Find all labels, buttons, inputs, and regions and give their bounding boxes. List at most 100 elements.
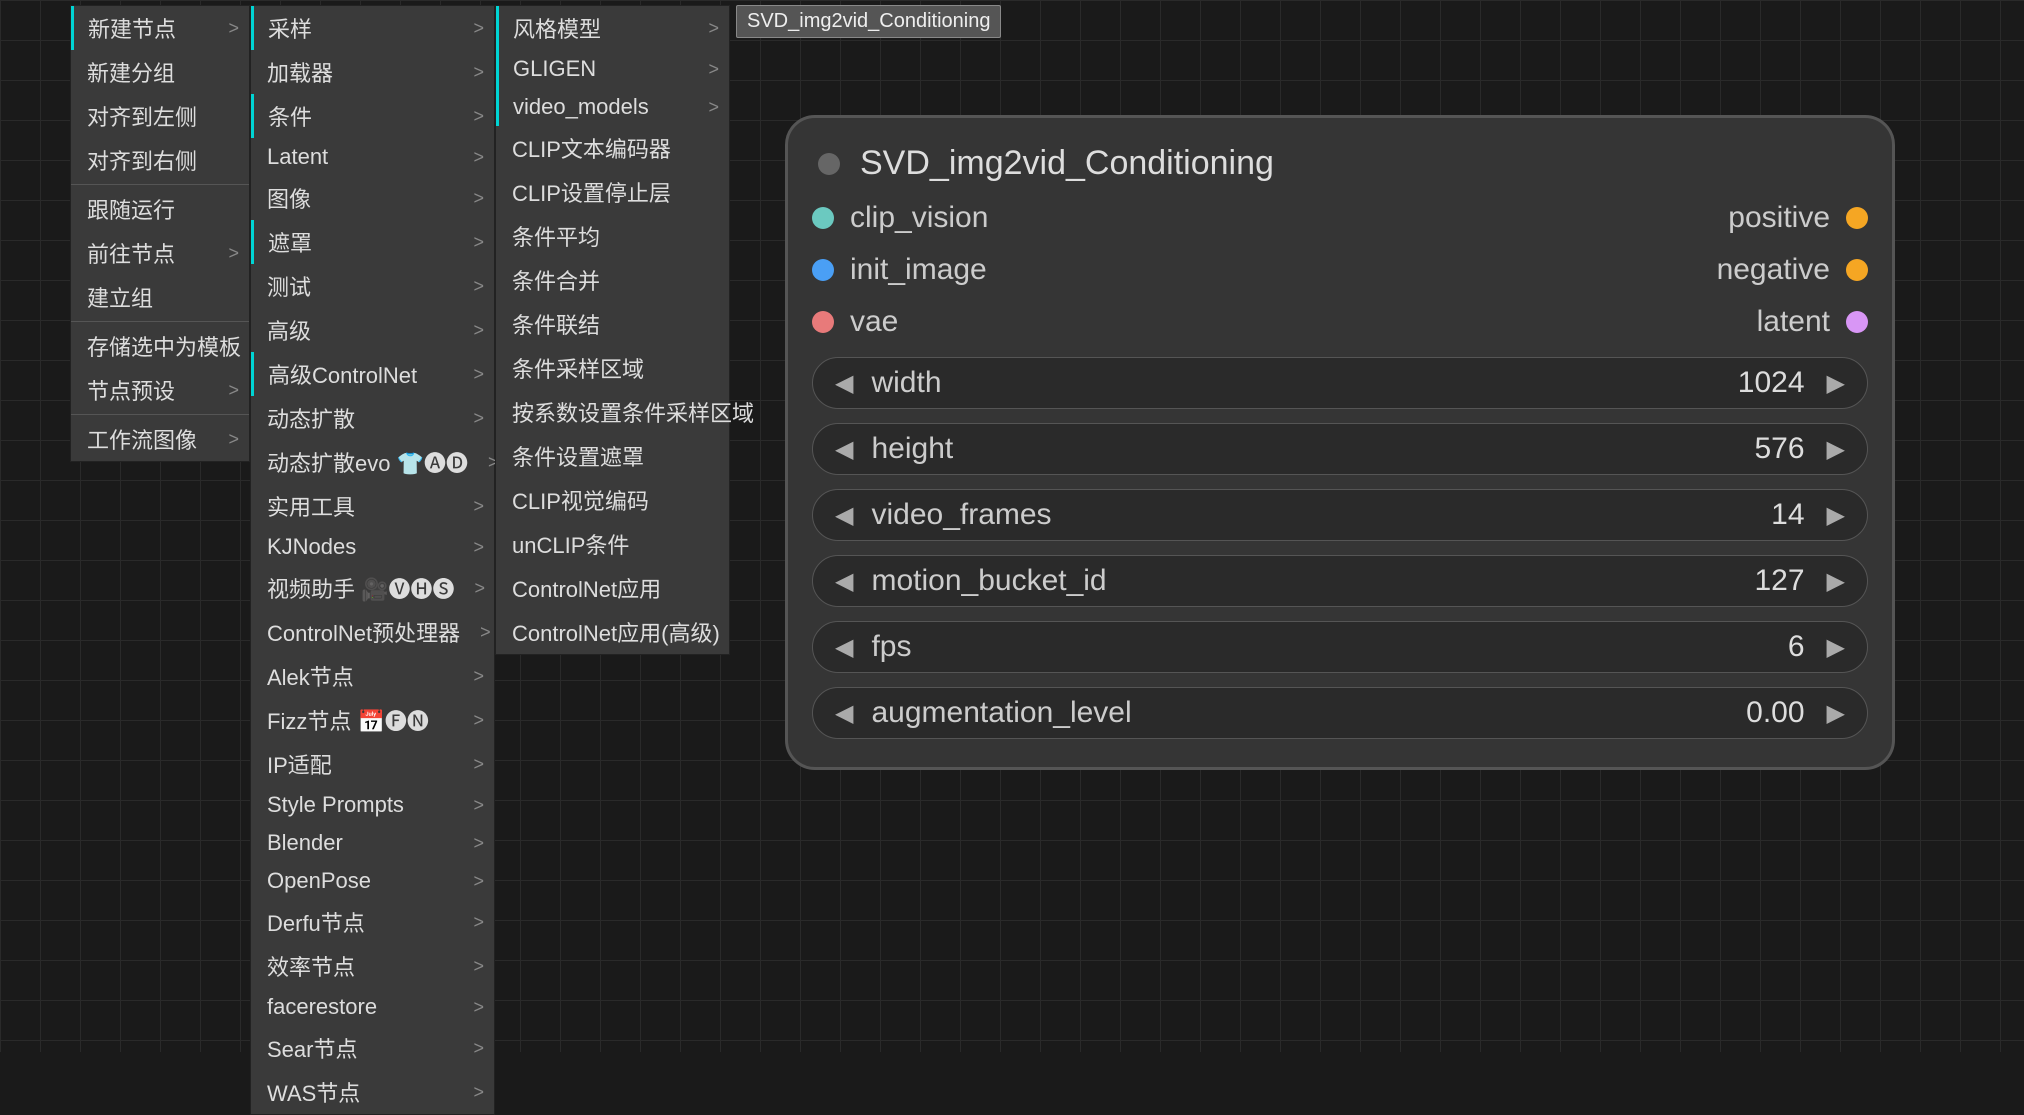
menu-item[interactable]: IP适配> bbox=[251, 742, 494, 786]
menu-item[interactable]: 新建节点> bbox=[71, 6, 249, 50]
port-dot-icon[interactable] bbox=[1846, 259, 1868, 281]
menu-item[interactable]: 条件采样区域 bbox=[496, 346, 729, 390]
port-dot-icon[interactable] bbox=[812, 207, 834, 229]
widget-value[interactable]: 576 bbox=[1754, 432, 1804, 466]
widget-value[interactable]: 0.00 bbox=[1746, 696, 1804, 730]
menu-item[interactable]: 条件设置遮罩 bbox=[496, 434, 729, 478]
node-collapse-dot[interactable] bbox=[818, 153, 840, 175]
decrement-icon[interactable]: ◀ bbox=[835, 567, 853, 596]
input-port[interactable]: clip_vision bbox=[812, 201, 988, 235]
context-menu-final-item[interactable]: SVD_img2vid_Conditioning bbox=[736, 5, 1001, 38]
port-dot-icon[interactable] bbox=[1846, 311, 1868, 333]
menu-item[interactable]: Fizz节点 📅🅕🅝> bbox=[251, 698, 494, 742]
menu-item[interactable]: 条件联结 bbox=[496, 302, 729, 346]
output-port[interactable]: positive bbox=[1717, 201, 1868, 235]
menu-item[interactable]: 视频助手 🎥🅥🅗🅢> bbox=[251, 566, 494, 610]
decrement-icon[interactable]: ◀ bbox=[835, 435, 853, 464]
menu-item[interactable]: 加载器> bbox=[251, 50, 494, 94]
menu-item[interactable]: Sear节点> bbox=[251, 1026, 494, 1070]
menu-item-label: Style Prompts bbox=[267, 792, 404, 818]
chevron-right-icon: > bbox=[473, 833, 484, 854]
menu-item[interactable]: Derfu节点> bbox=[251, 900, 494, 944]
menu-item[interactable]: 存储选中为模板 bbox=[71, 324, 249, 368]
menu-item[interactable]: ControlNet预处理器> bbox=[251, 610, 494, 654]
menu-item[interactable]: 实用工具> bbox=[251, 484, 494, 528]
menu-item[interactable]: 遮罩> bbox=[251, 220, 494, 264]
widget-value[interactable]: 6 bbox=[1788, 630, 1805, 664]
menu-item[interactable]: KJNodes> bbox=[251, 528, 494, 566]
number-widget[interactable]: ◀video_frames14▶ bbox=[812, 489, 1868, 541]
menu-item[interactable]: Blender> bbox=[251, 824, 494, 862]
menu-item[interactable]: 高级> bbox=[251, 308, 494, 352]
port-dot-icon[interactable] bbox=[1846, 207, 1868, 229]
menu-item[interactable]: 采样> bbox=[251, 6, 494, 50]
menu-item[interactable]: 新建分组 bbox=[71, 50, 249, 94]
increment-icon[interactable]: ▶ bbox=[1827, 633, 1845, 662]
menu-item[interactable]: Latent> bbox=[251, 138, 494, 176]
widget-value[interactable]: 14 bbox=[1771, 498, 1804, 532]
port-dot-icon[interactable] bbox=[812, 311, 834, 333]
menu-item-label: 存储选中为模板 bbox=[87, 330, 241, 362]
menu-item[interactable]: 测试> bbox=[251, 264, 494, 308]
menu-item[interactable]: ControlNet应用 bbox=[496, 566, 729, 610]
menu-item[interactable]: 前往节点> bbox=[71, 231, 249, 275]
menu-item[interactable]: 对齐到左侧 bbox=[71, 94, 249, 138]
menu-item[interactable]: 跟随运行 bbox=[71, 187, 249, 231]
menu-item[interactable]: 图像> bbox=[251, 176, 494, 220]
menu-item-label: 实用工具 bbox=[267, 490, 355, 522]
port-dot-icon[interactable] bbox=[812, 259, 834, 281]
widget-value[interactable]: 127 bbox=[1754, 564, 1804, 598]
menu-item[interactable]: 工作流图像> bbox=[71, 417, 249, 461]
menu-item[interactable]: GLIGEN> bbox=[496, 50, 729, 88]
menu-item[interactable]: 对齐到右侧 bbox=[71, 138, 249, 182]
increment-icon[interactable]: ▶ bbox=[1827, 369, 1845, 398]
decrement-icon[interactable]: ◀ bbox=[835, 369, 853, 398]
number-widget[interactable]: ◀augmentation_level0.00▶ bbox=[812, 687, 1868, 739]
output-port[interactable]: negative bbox=[1717, 253, 1868, 287]
menu-item[interactable]: 高级ControlNet> bbox=[251, 352, 494, 396]
menu-item[interactable]: WAS节点> bbox=[251, 1070, 494, 1114]
number-widget[interactable]: ◀fps6▶ bbox=[812, 621, 1868, 673]
decrement-icon[interactable]: ◀ bbox=[835, 633, 853, 662]
menu-item[interactable]: facerestore> bbox=[251, 988, 494, 1026]
node-svd-conditioning[interactable]: SVD_img2vid_Conditioning clip_visioninit… bbox=[785, 115, 1895, 770]
node-header[interactable]: SVD_img2vid_Conditioning bbox=[788, 136, 1892, 201]
menu-item[interactable]: 按系数设置条件采样区域 bbox=[496, 390, 729, 434]
menu-item[interactable]: 条件> bbox=[251, 94, 494, 138]
menu-item[interactable]: CLIP视觉编码 bbox=[496, 478, 729, 522]
input-port[interactable]: init_image bbox=[812, 253, 988, 287]
menu-item-label: IP适配 bbox=[267, 748, 332, 780]
menu-item[interactable]: 风格模型> bbox=[496, 6, 729, 50]
input-port[interactable]: vae bbox=[812, 305, 988, 339]
menu-item[interactable]: 条件合并 bbox=[496, 258, 729, 302]
port-label: vae bbox=[850, 305, 898, 339]
menu-item[interactable]: 节点预设> bbox=[71, 368, 249, 412]
menu-item[interactable]: CLIP设置停止层 bbox=[496, 170, 729, 214]
number-widget[interactable]: ◀width1024▶ bbox=[812, 357, 1868, 409]
widget-value[interactable]: 1024 bbox=[1738, 366, 1805, 400]
increment-icon[interactable]: ▶ bbox=[1827, 699, 1845, 728]
increment-icon[interactable]: ▶ bbox=[1827, 435, 1845, 464]
increment-icon[interactable]: ▶ bbox=[1827, 501, 1845, 530]
number-widget[interactable]: ◀height576▶ bbox=[812, 423, 1868, 475]
menu-item[interactable]: ControlNet应用(高级) bbox=[496, 610, 729, 654]
menu-item[interactable]: CLIP文本编码器 bbox=[496, 126, 729, 170]
menu-item[interactable]: 动态扩散evo 👕🅐🅓> bbox=[251, 440, 494, 484]
menu-item[interactable]: 建立组 bbox=[71, 275, 249, 319]
output-port[interactable]: latent bbox=[1717, 305, 1868, 339]
decrement-icon[interactable]: ◀ bbox=[835, 501, 853, 530]
menu-item[interactable]: 条件平均 bbox=[496, 214, 729, 258]
menu-item[interactable]: Alek节点> bbox=[251, 654, 494, 698]
number-widget[interactable]: ◀motion_bucket_id127▶ bbox=[812, 555, 1868, 607]
menu-item[interactable]: OpenPose> bbox=[251, 862, 494, 900]
menu-item[interactable]: video_models> bbox=[496, 88, 729, 126]
menu-item[interactable]: 效率节点> bbox=[251, 944, 494, 988]
menu-item[interactable]: Style Prompts> bbox=[251, 786, 494, 824]
chevron-right-icon: > bbox=[708, 97, 719, 118]
menu-item[interactable]: unCLIP条件 bbox=[496, 522, 729, 566]
decrement-icon[interactable]: ◀ bbox=[835, 699, 853, 728]
chevron-right-icon: > bbox=[473, 320, 484, 341]
increment-icon[interactable]: ▶ bbox=[1827, 567, 1845, 596]
menu-item-label: ControlNet预处理器 bbox=[267, 616, 460, 648]
menu-item[interactable]: 动态扩散> bbox=[251, 396, 494, 440]
